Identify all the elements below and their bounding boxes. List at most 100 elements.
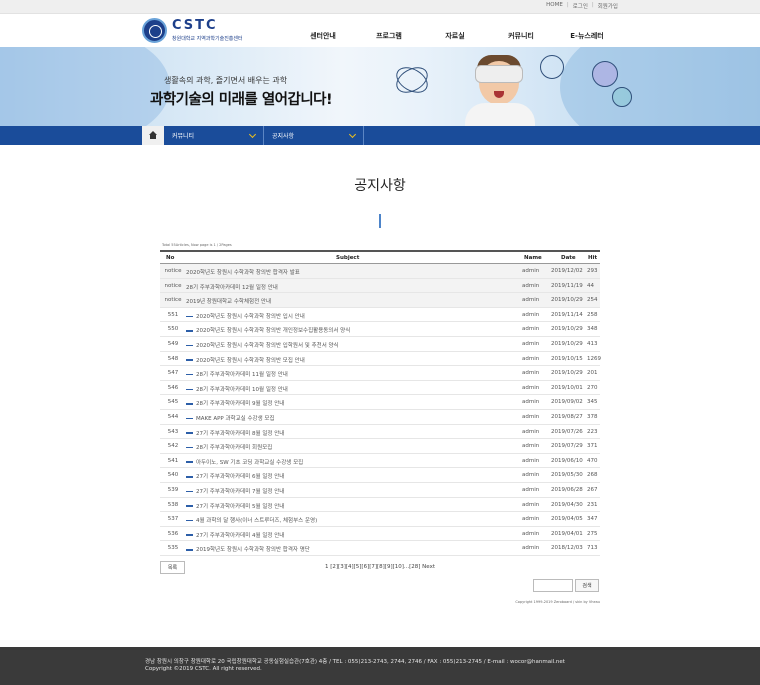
row-name: admin bbox=[522, 385, 539, 391]
row-subject[interactable]: MAKE APP 과학교실 수강생 모집 bbox=[186, 414, 275, 422]
row-date: 2019/08/27 bbox=[551, 414, 583, 420]
site-header: CSTC 창원대학교 지역과학기술진흥센터 센터안내 프로그램 자료실 커뮤니티… bbox=[0, 14, 760, 47]
table-row[interactable]: 544 MAKE APP 과학교실 수강생 모집 admin 2019/08/27 37… bbox=[160, 410, 600, 425]
table-row[interactable]: 546 28기 주부과학아카데미 10월 일정 안내 admin 2019/10/01… bbox=[160, 381, 600, 396]
row-name: admin bbox=[522, 283, 539, 289]
row-number: 536 bbox=[162, 531, 184, 537]
table-row[interactable]: 550 2020학년도 창원시 수학과학 창의반 개인정보수집활용동의서 양식 ad… bbox=[160, 322, 600, 337]
home-button[interactable] bbox=[142, 126, 164, 145]
row-date: 2019/04/05 bbox=[551, 516, 583, 522]
row-name-text: admin bbox=[522, 486, 540, 493]
row-name-text: admin bbox=[522, 282, 540, 289]
row-subject[interactable]: 2020학년도 창원시 수학과학 창의반 합격자 발표 bbox=[186, 268, 300, 276]
row-name-text: admin bbox=[522, 516, 540, 523]
join-link[interactable]: 회원가입 bbox=[598, 2, 618, 10]
row-date: 2019/07/26 bbox=[551, 429, 583, 435]
table-row[interactable]: notice 2020학년도 창원시 수학과학 창의반 합격자 발표 admin 20… bbox=[160, 264, 600, 279]
nav-item-center[interactable]: 센터안내 bbox=[290, 31, 356, 41]
row-number: 545 bbox=[162, 399, 184, 405]
row-name: admin bbox=[522, 399, 539, 405]
row-subject[interactable]: 27기 주부과학아카데미 7월 일정 안내 bbox=[186, 487, 284, 495]
row-subject-text: 2020학년도 창원시 수학과학 창의반 입학원서 및 추천서 양식 bbox=[196, 342, 339, 349]
row-date-text: 2019/10/29 bbox=[551, 297, 583, 304]
table-row[interactable]: 539 27기 주부과학아카데미 7월 일정 안내 admin 2019/06/28 2… bbox=[160, 483, 600, 498]
row-name: admin bbox=[522, 502, 539, 508]
row-subject[interactable]: 27기 주부과학아카데미 4월 일정 안내 bbox=[186, 531, 284, 539]
row-number-text: notice bbox=[164, 297, 182, 304]
row-subject[interactable]: 28기 주부과학아카데미 회원모집 bbox=[186, 443, 272, 451]
table-row[interactable]: 542 28기 주부과학아카데미 회원모집 admin 2019/07/29 371 bbox=[160, 439, 600, 454]
row-name-text: admin bbox=[522, 443, 540, 450]
nav-item-archive[interactable]: 자료실 bbox=[422, 31, 488, 41]
row-hit: 713 bbox=[587, 545, 598, 551]
table-row[interactable]: 545 28기 주부과학아카데미 9월 일정 안내 admin 2019/09/02 3… bbox=[160, 395, 600, 410]
table-row[interactable]: 543 27기 주부과학아카데미 8월 일정 안내 admin 2019/07/26 2… bbox=[160, 425, 600, 440]
row-subject[interactable]: 27기 주부과학아카데미 5월 일정 안내 bbox=[186, 502, 284, 510]
row-date-text: 2019/12/02 bbox=[551, 268, 583, 274]
row-number: 548 bbox=[162, 356, 184, 362]
row-date-text: 2019/11/19 bbox=[551, 282, 583, 289]
table-row[interactable]: 536 27기 주부과학아카데미 4월 일정 안내 admin 2019/04/01 2… bbox=[160, 527, 600, 542]
row-subject[interactable]: 2020학년도 창원시 수학과학 창의반 입학원서 및 추천서 양식 bbox=[186, 341, 339, 349]
table-row[interactable]: 549 2020학년도 창원시 수학과학 창의반 입학원서 및 추천서 양식 adm… bbox=[160, 337, 600, 352]
home-link[interactable]: HOME bbox=[546, 2, 563, 10]
pagination[interactable]: 1 [2][3][4][5][6][7][8][9][10]...[28] Ne… bbox=[0, 564, 760, 570]
row-name: admin bbox=[522, 531, 539, 537]
row-subject[interactable]: 4월 과학의 달 행사(이너 스트루더즈, 체험부스 운영) bbox=[186, 516, 317, 524]
nav-item-community[interactable]: 커뮤니티 bbox=[488, 31, 554, 41]
row-date-text: 2019/10/29 bbox=[551, 340, 583, 347]
row-hit: 267 bbox=[587, 487, 598, 493]
row-subject[interactable]: 28기 주부과학아카데미 11월 일정 안내 bbox=[186, 370, 288, 378]
row-date: 2019/10/15 bbox=[551, 356, 583, 362]
row-subject[interactable]: 2020학년도 창원시 수학과학 창의반 입시 안내 bbox=[186, 312, 305, 320]
subnav-dropdown-notice[interactable]: 공지사항 bbox=[264, 126, 364, 145]
row-subject[interactable]: 2019년 창원대학교 수학체험전 안내 bbox=[186, 297, 271, 305]
table-row[interactable]: notice 28기 주부과학아카데미 12월 일정 안내 admin 2019/11… bbox=[160, 278, 600, 294]
row-subject[interactable]: 2020학년도 창원시 수학과학 창의반 개인정보수집활용동의서 양식 bbox=[186, 326, 350, 334]
nav-item-newsletter[interactable]: E-뉴스레터 bbox=[554, 31, 620, 41]
row-subject[interactable]: 28기 주부과학아카데미 12월 일정 안내 bbox=[186, 283, 278, 291]
table-row[interactable]: 538 27기 주부과학아카데미 5월 일정 안내 admin 2019/04/30 2… bbox=[160, 498, 600, 513]
row-hit: 254 bbox=[587, 297, 598, 303]
table-row[interactable]: 535 2019학년도 창원시 수학과학 창의반 합격자 명단 admin 2018/… bbox=[160, 541, 600, 556]
header-name: Name bbox=[524, 255, 542, 261]
table-row[interactable]: 537 4월 과학의 달 행사(이너 스트루더즈, 체험부스 운영) admin 20… bbox=[160, 512, 600, 527]
search-input[interactable] bbox=[533, 579, 573, 592]
row-number: 551 bbox=[162, 312, 184, 318]
row-hit: 270 bbox=[587, 385, 598, 391]
row-subject[interactable]: 28기 주부과학아카데미 10월 일정 안내 bbox=[186, 385, 288, 393]
row-subject[interactable]: 아두이노, SW 기초 코딩 과학교실 수강생 모집 bbox=[186, 458, 303, 466]
subnav-dropdown-community[interactable]: 커뮤니티 bbox=[164, 126, 264, 145]
nav-item-program[interactable]: 프로그램 bbox=[356, 31, 422, 41]
row-number: 538 bbox=[162, 502, 184, 508]
search-button[interactable]: 검색 bbox=[575, 579, 599, 592]
row-subject[interactable]: 28기 주부과학아카데미 9월 일정 안내 bbox=[186, 399, 284, 407]
table-row[interactable]: 551 2020학년도 창원시 수학과학 창의반 입시 안내 admin 2019/1… bbox=[160, 308, 600, 323]
row-subject-text: 27기 주부과학아카데미 6월 일정 안내 bbox=[196, 474, 285, 481]
row-subject-text: 27기 주부과학아카데미 4월 일정 안내 bbox=[196, 532, 285, 539]
row-subject-text: 27기 주부과학아카데미 5월 일정 안내 bbox=[196, 503, 285, 510]
row-subject[interactable]: 2019학년도 창원시 수학과학 창의반 합격자 명단 bbox=[186, 545, 310, 553]
table-row[interactable]: 540 27기 주부과학아카데미 6월 일정 안내 admin 2019/05/30 2… bbox=[160, 468, 600, 483]
row-subject[interactable]: 27기 주부과학아카데미 6월 일정 안내 bbox=[186, 472, 284, 480]
table-row[interactable]: 548 2020학년도 창원시 수학과학 창의반 모집 안내 admin 2019/1… bbox=[160, 352, 601, 367]
site-logo[interactable]: CSTC 창원대학교 지역과학기술진흥센터 bbox=[142, 18, 262, 44]
row-subject[interactable]: 2020학년도 창원시 수학과학 창의반 모집 안내 bbox=[186, 356, 305, 364]
table-row[interactable]: 541 아두이노, SW 기초 코딩 과학교실 수강생 모집 admin 2019/0… bbox=[160, 454, 600, 469]
row-subject-text: 4월 과학의 달 행사(이너 스트루더즈, 체험부스 운영) bbox=[196, 518, 318, 525]
reply-dash-icon bbox=[186, 315, 193, 318]
header-date: Date bbox=[561, 255, 576, 261]
row-name-text: admin bbox=[522, 268, 540, 274]
row-hit-text: 258 bbox=[587, 311, 598, 318]
table-row[interactable]: 547 28기 주부과학아카데미 11월 일정 안내 admin 2019/10/29… bbox=[160, 366, 600, 381]
table-row[interactable]: notice 2019년 창원대학교 수학체험전 안내 admin 2019/10/2… bbox=[160, 293, 600, 308]
login-link[interactable]: 로그인 bbox=[573, 2, 588, 10]
subnav-label: 공지사항 bbox=[272, 133, 295, 140]
row-subject-text: 2019년 창원대학교 수학체험전 안내 bbox=[186, 299, 272, 306]
row-hit-text: 293 bbox=[587, 268, 598, 274]
banner-subtitle: 생활속의 과학, 즐기면서 배우는 과학 bbox=[164, 76, 288, 85]
row-subject-text: 27기 주부과학아카데미 8월 일정 안내 bbox=[196, 430, 285, 437]
boy-shirt bbox=[465, 103, 535, 126]
row-subject[interactable]: 27기 주부과학아카데미 8월 일정 안내 bbox=[186, 429, 284, 437]
row-date-text: 2019/07/26 bbox=[551, 428, 583, 435]
